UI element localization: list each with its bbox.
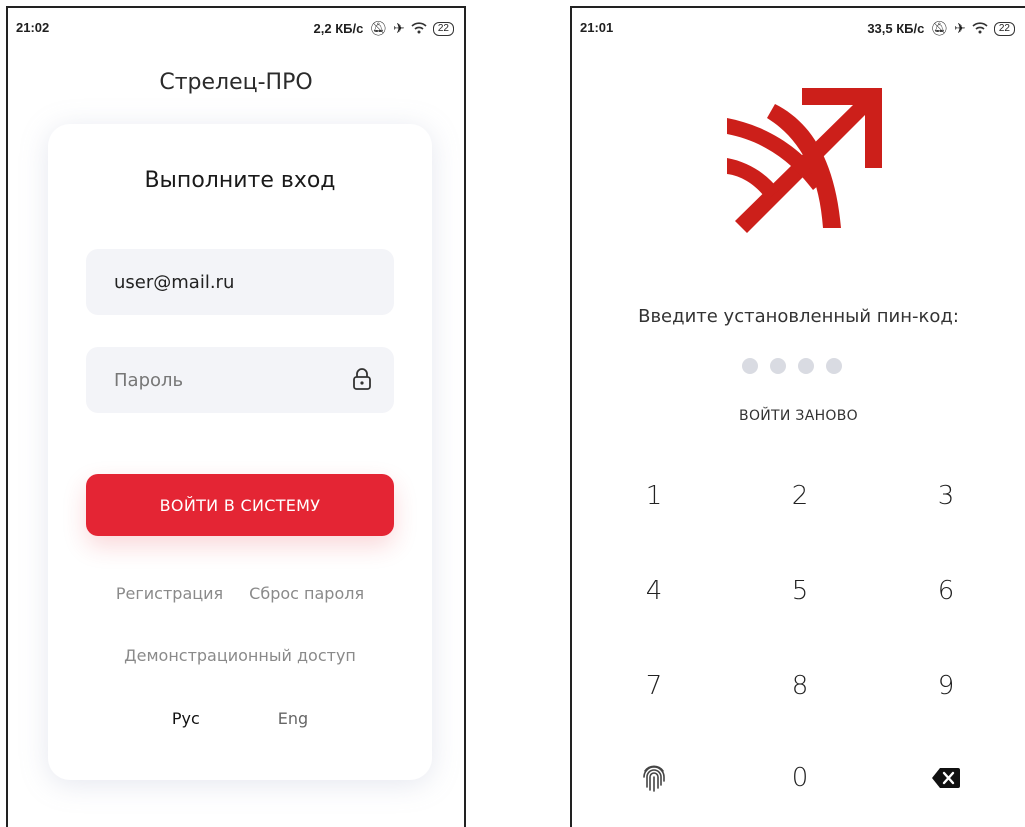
pin-dot (826, 358, 842, 374)
battery-icon: 22 (993, 21, 1015, 36)
fingerprint-icon (643, 765, 665, 792)
key-9[interactable]: 9 (906, 656, 986, 716)
logo-icon (727, 88, 882, 233)
password-field[interactable]: Пароль (86, 347, 394, 413)
mute-icon: 🔕︎ (369, 20, 388, 36)
lang-en[interactable]: Eng (278, 709, 308, 728)
lang-ru[interactable]: Рус (172, 709, 200, 728)
card-title: Выполните вход (144, 168, 336, 193)
key-2[interactable]: 2 (760, 466, 840, 526)
email-field[interactable]: user@mail.ru (86, 249, 394, 315)
login-screen: 21:02 2,2 КБ/с 🔕︎ ✈ 22 Стрелец-ПРО Выпол… (6, 6, 466, 827)
backspace-button[interactable] (906, 748, 986, 808)
key-5[interactable]: 5 (760, 561, 840, 621)
airplane-icon: ✈ (954, 20, 966, 36)
status-time: 21:01 (580, 20, 614, 35)
status-bar: 21:02 2,2 КБ/с 🔕︎ ✈ 22 (8, 8, 464, 42)
key-6[interactable]: 6 (906, 561, 986, 621)
login-button[interactable]: ВОЙТИ В СИСТЕМУ (86, 474, 394, 536)
key-7[interactable]: 7 (614, 656, 694, 716)
status-time: 21:02 (16, 20, 50, 35)
register-link[interactable]: Регистрация (116, 584, 223, 603)
app-title: Стрелец-ПРО (159, 70, 313, 95)
pin-screen: 21:01 33,5 КБ/с 🔕︎ ✈ 22 Введите установл… (570, 6, 1025, 827)
pin-dots (742, 358, 842, 374)
relogin-link[interactable]: ВОЙТИ ЗАНОВО (572, 408, 1025, 424)
pin-dot (770, 358, 786, 374)
network-speed: 2,2 КБ/с (313, 21, 364, 36)
backspace-icon (932, 768, 960, 788)
pin-dot (798, 358, 814, 374)
status-bar: 21:01 33,5 КБ/с 🔕︎ ✈ 22 (572, 8, 1025, 42)
key-0[interactable]: 0 (760, 748, 840, 808)
airplane-icon: ✈ (393, 20, 405, 36)
mute-icon: 🔕︎ (930, 20, 949, 36)
reset-password-link[interactable]: Сброс пароля (249, 584, 364, 603)
key-4[interactable]: 4 (614, 561, 694, 621)
network-speed: 33,5 КБ/с (867, 21, 925, 36)
battery-icon: 22 (432, 21, 454, 36)
pin-dot (742, 358, 758, 374)
key-1[interactable]: 1 (614, 466, 694, 526)
wifi-icon (972, 21, 988, 37)
email-value: user@mail.ru (114, 271, 235, 293)
pin-prompt: Введите установленный пин-код: (638, 306, 959, 327)
login-card: Выполните вход user@mail.ru Пароль ВОЙТИ… (48, 124, 432, 780)
wifi-icon (411, 21, 427, 37)
key-8[interactable]: 8 (760, 656, 840, 716)
demo-access-link[interactable]: Демонстрационный доступ (48, 646, 432, 665)
lock-icon[interactable] (352, 367, 372, 391)
fingerprint-button[interactable] (614, 748, 694, 808)
password-placeholder: Пароль (114, 369, 184, 391)
key-3[interactable]: 3 (906, 466, 986, 526)
